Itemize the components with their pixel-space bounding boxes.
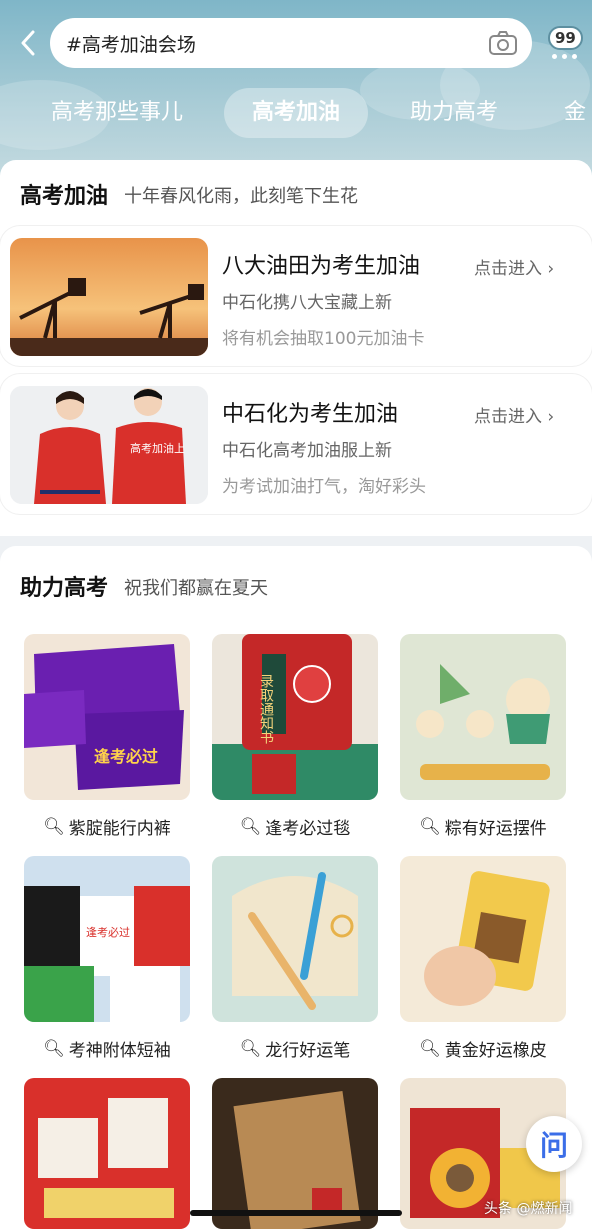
tab-gaokao-support[interactable]: 助力高考	[404, 88, 504, 138]
product-label: 紫腚能行内裤	[68, 819, 171, 839]
enter-link[interactable]: 点击进入 ›	[474, 402, 554, 427]
product-image-pens[interactable]	[212, 856, 378, 1022]
product-label: 逢考必过毯	[265, 819, 351, 839]
promo-description: 为考试加油打气，淘好彩头	[222, 477, 426, 497]
product-label: 考神附体短袖	[68, 1041, 171, 1061]
camera-search-button[interactable]	[488, 28, 518, 58]
support-section: 助力高考 祝我们都赢在夏天 逢考必过 🔍︎ 紫腚能行内裤 录取通知书 🔍︎ 逢考…	[0, 546, 592, 1229]
shirt-text: 高考加油上	[130, 441, 185, 455]
product-image-purple-underwear[interactable]: 逢考必过	[24, 634, 190, 800]
product-image-notebook[interactable]	[212, 1078, 378, 1229]
section-title: 助力高考	[20, 576, 109, 601]
promo-card-sinopec[interactable]: 高考加油上 中石化为考生加油 中石化高考加油服上新 为考试加油打气，淘好彩头 点…	[0, 374, 592, 514]
product-image-text: 录取通知书	[258, 674, 274, 744]
product-item[interactable]: 录取通知书 🔍︎ 逢考必过毯	[212, 634, 378, 839]
product-label: 黄金好运橡皮	[444, 1041, 547, 1061]
product-item[interactable]: 🔍︎ 龙行好运笔	[212, 856, 378, 1061]
qa-button[interactable]: 问	[526, 1116, 582, 1172]
enter-label: 点击进入	[474, 259, 542, 279]
tab-bar: 高考那些事儿 高考加油 助力高考 金	[0, 88, 592, 138]
tab-gold[interactable]: 金	[564, 88, 592, 138]
product-item[interactable]	[24, 1078, 190, 1229]
product-image-gold-eraser[interactable]	[400, 856, 566, 1022]
promo-description: 将有机会抽取100元加油卡	[222, 329, 425, 349]
top-bar: 99	[0, 14, 592, 72]
search-icon: 🔍︎	[43, 816, 65, 837]
oil-field-image	[10, 238, 208, 356]
section-subtitle: 十年春风化雨，此刻笔下生花	[124, 186, 358, 207]
chevron-left-icon	[21, 30, 35, 56]
product-item[interactable]: 🔍︎ 粽有好运摆件	[400, 634, 566, 839]
tab-gaokao-cheer[interactable]: 高考加油	[224, 88, 368, 138]
product-image-text: 逢考必过	[86, 926, 130, 939]
red-polo-image: 高考加油上	[10, 386, 208, 504]
search-icon: 🔍︎	[419, 816, 441, 837]
enter-link[interactable]: 点击进入 ›	[474, 254, 554, 279]
product-label: 龙行好运笔	[265, 1041, 351, 1061]
promo-title: 中石化为考生加油	[222, 402, 399, 427]
product-image-tshirts[interactable]: 逢考必过	[24, 856, 190, 1022]
promo-card-oilfield[interactable]: 八大油田为考生加油 中石化携八大宝藏上新 将有机会抽取100元加油卡 点击进入 …	[0, 226, 592, 366]
search-box[interactable]	[50, 18, 532, 68]
more-dots-icon	[552, 54, 577, 59]
chevron-right-icon: ›	[547, 407, 555, 427]
promo-subtitle: 中石化高考加油服上新	[222, 441, 392, 461]
search-input[interactable]	[66, 32, 456, 54]
search-icon: 🔍︎	[43, 1038, 65, 1059]
section-subtitle: 祝我们都赢在夏天	[124, 578, 268, 599]
promo-subtitle: 中石化携八大宝藏上新	[222, 293, 392, 313]
question-icon: 问	[539, 1129, 568, 1162]
home-indicator[interactable]	[190, 1210, 402, 1216]
search-icon: 🔍︎	[419, 1038, 441, 1059]
promo-title: 八大油田为考生加油	[222, 254, 421, 279]
search-icon: 🔍︎	[239, 1038, 262, 1059]
watermark: 头条 @燃新闻	[484, 1201, 573, 1217]
enter-label: 点击进入	[474, 407, 542, 427]
product-image-red-blanket[interactable]: 录取通知书	[212, 634, 378, 800]
product-image-gift-box[interactable]	[24, 1078, 190, 1229]
product-label: 粽有好运摆件	[444, 819, 547, 839]
camera-icon	[489, 31, 517, 55]
product-item[interactable]	[212, 1078, 378, 1229]
product-image-text: 逢考必过	[94, 747, 158, 766]
product-item[interactable]: 逢考必过 🔍︎ 考神附体短袖	[24, 856, 190, 1061]
product-item[interactable]: 🔍︎ 黄金好运橡皮	[400, 856, 566, 1061]
product-item[interactable]: 逢考必过 🔍︎ 紫腚能行内裤	[24, 634, 190, 839]
notification-badge: 99	[548, 26, 583, 50]
chevron-right-icon: ›	[547, 259, 555, 279]
back-button[interactable]	[14, 28, 42, 58]
section-title: 高考加油	[20, 184, 109, 209]
tab-gaokao-stories[interactable]: 高考那些事儿	[42, 88, 192, 138]
cheer-section: 高考加油 十年春风化雨，此刻笔下生花 八大油田为考生加油 中石化携八大宝藏上新 …	[0, 160, 592, 536]
product-image-zongzi[interactable]	[400, 634, 566, 800]
search-icon: 🔍︎	[239, 816, 262, 837]
